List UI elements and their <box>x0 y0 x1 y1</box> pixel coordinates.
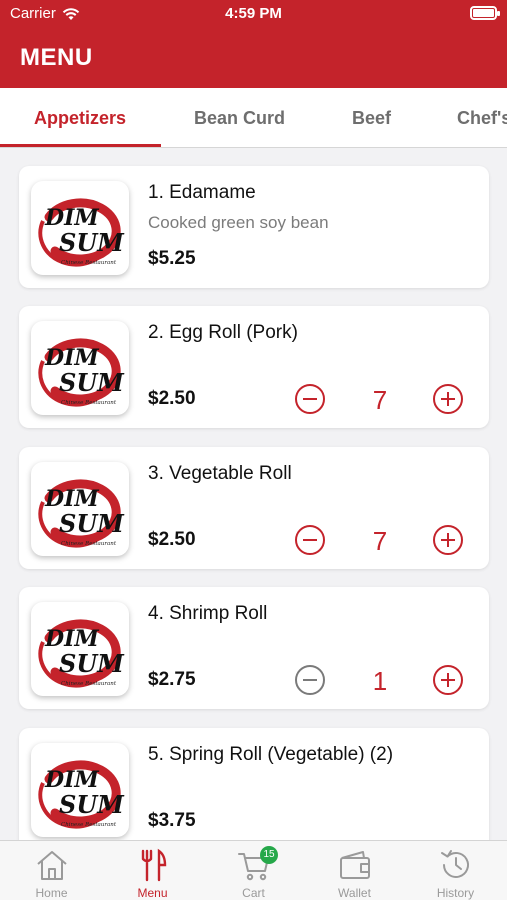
nav-cart-label: Cart <box>242 886 265 900</box>
nav-menu[interactable]: Menu <box>102 841 203 900</box>
item-name: 5. Spring Roll (Vegetable) (2) <box>148 744 394 765</box>
svg-text:SUM: SUM <box>59 368 125 397</box>
tab-chefs[interactable]: Chef's <box>457 88 507 147</box>
item-logo-image: DIM SUM Chinese Restaurant <box>31 181 129 275</box>
fork-knife-icon <box>141 848 167 882</box>
item-name: 4. Shrimp Roll <box>148 603 268 624</box>
item-quantity: 7 <box>372 526 388 556</box>
svg-text:SUM: SUM <box>59 509 125 538</box>
status-bar: Carrier 4:59 PM <box>0 0 507 28</box>
item-logo-image: DIM SUM Chinese Restaurant <box>31 743 129 837</box>
nav-home-label: Home <box>35 886 68 900</box>
status-time: 4:59 PM <box>225 5 282 22</box>
svg-text:SUM: SUM <box>59 790 125 819</box>
nav-wallet-label: Wallet <box>338 886 371 900</box>
active-tab-indicator <box>0 144 161 147</box>
nav-wallet[interactable]: Wallet <box>304 841 405 900</box>
tab-bean-curd[interactable]: Bean Curd <box>194 88 285 147</box>
svg-text:Chinese Restaurant: Chinese Restaurant <box>61 400 117 406</box>
svg-text:SUM: SUM <box>59 649 125 678</box>
increase-quantity-button[interactable] <box>433 665 463 695</box>
svg-text:Chinese Restaurant: Chinese Restaurant <box>61 681 117 687</box>
menu-item-card[interactable]: DIM SUM Chinese Restaurant 2. Egg Roll (Po… <box>19 306 489 428</box>
app-header: Carrier 4:59 PM MENU <box>0 0 507 88</box>
item-description: Cooked green soy bean <box>148 213 329 232</box>
cart-count-badge: 15 <box>260 846 278 864</box>
tab-appetizers[interactable]: Appetizers <box>34 88 126 147</box>
bottom-tab-bar: Home Menu 15 Cart Wallet History <box>0 840 507 900</box>
item-price: $5.25 <box>148 248 196 269</box>
decrease-quantity-button[interactable] <box>295 384 325 414</box>
svg-text:Chinese Restaurant: Chinese Restaurant <box>61 541 117 547</box>
item-quantity: 1 <box>372 666 388 696</box>
tab-beef[interactable]: Beef <box>352 88 391 147</box>
minus-icon <box>303 679 317 681</box>
item-quantity: 7 <box>372 385 388 415</box>
item-price: $2.75 <box>148 669 196 690</box>
item-price: $3.75 <box>148 810 196 831</box>
svg-text:Chinese Restaurant: Chinese Restaurant <box>61 260 117 266</box>
nav-home[interactable]: Home <box>1 841 102 900</box>
wallet-icon <box>340 851 370 879</box>
nav-cart[interactable]: 15 Cart <box>203 841 304 900</box>
item-logo-image: DIM SUM Chinese Restaurant <box>31 602 129 696</box>
item-logo-image: DIM SUM Chinese Restaurant <box>31 462 129 556</box>
category-tabs: Appetizers Bean Curd Beef Chef's <box>0 88 507 148</box>
decrease-quantity-button[interactable] <box>295 665 325 695</box>
item-name: 3. Vegetable Roll <box>148 463 292 484</box>
minus-icon <box>303 398 317 400</box>
item-price: $2.50 <box>148 388 196 409</box>
nav-history-label: History <box>436 886 475 900</box>
increase-quantity-button[interactable] <box>433 525 463 555</box>
item-price: $2.50 <box>148 529 196 550</box>
minus-icon <box>303 539 317 541</box>
history-icon <box>441 850 469 878</box>
nav-menu-label: Menu <box>137 886 168 900</box>
menu-item-card[interactable]: DIM SUM Chinese Restaurant 5. Spring Roll … <box>19 728 489 850</box>
nav-history[interactable]: History <box>405 841 506 900</box>
menu-item-card[interactable]: DIM SUM Chinese Restaurant 4. Shrimp Roll … <box>19 587 489 709</box>
page-title: MENU <box>20 44 93 71</box>
item-name: 2. Egg Roll (Pork) <box>148 322 298 343</box>
item-name: 1. Edamame <box>148 182 256 203</box>
svg-text:SUM: SUM <box>59 228 125 257</box>
menu-item-card[interactable]: DIM SUM Chinese Restaurant 3. Vegetable Ro… <box>19 447 489 569</box>
battery-icon <box>470 6 500 20</box>
increase-quantity-button[interactable] <box>433 384 463 414</box>
item-logo-image: DIM SUM Chinese Restaurant <box>31 321 129 415</box>
home-icon <box>37 851 67 880</box>
decrease-quantity-button[interactable] <box>295 525 325 555</box>
svg-text:Chinese Restaurant: Chinese Restaurant <box>61 822 117 828</box>
menu-item-card[interactable]: DIM SUM Chinese Restaurant 1. Edamame Cook… <box>19 166 489 288</box>
